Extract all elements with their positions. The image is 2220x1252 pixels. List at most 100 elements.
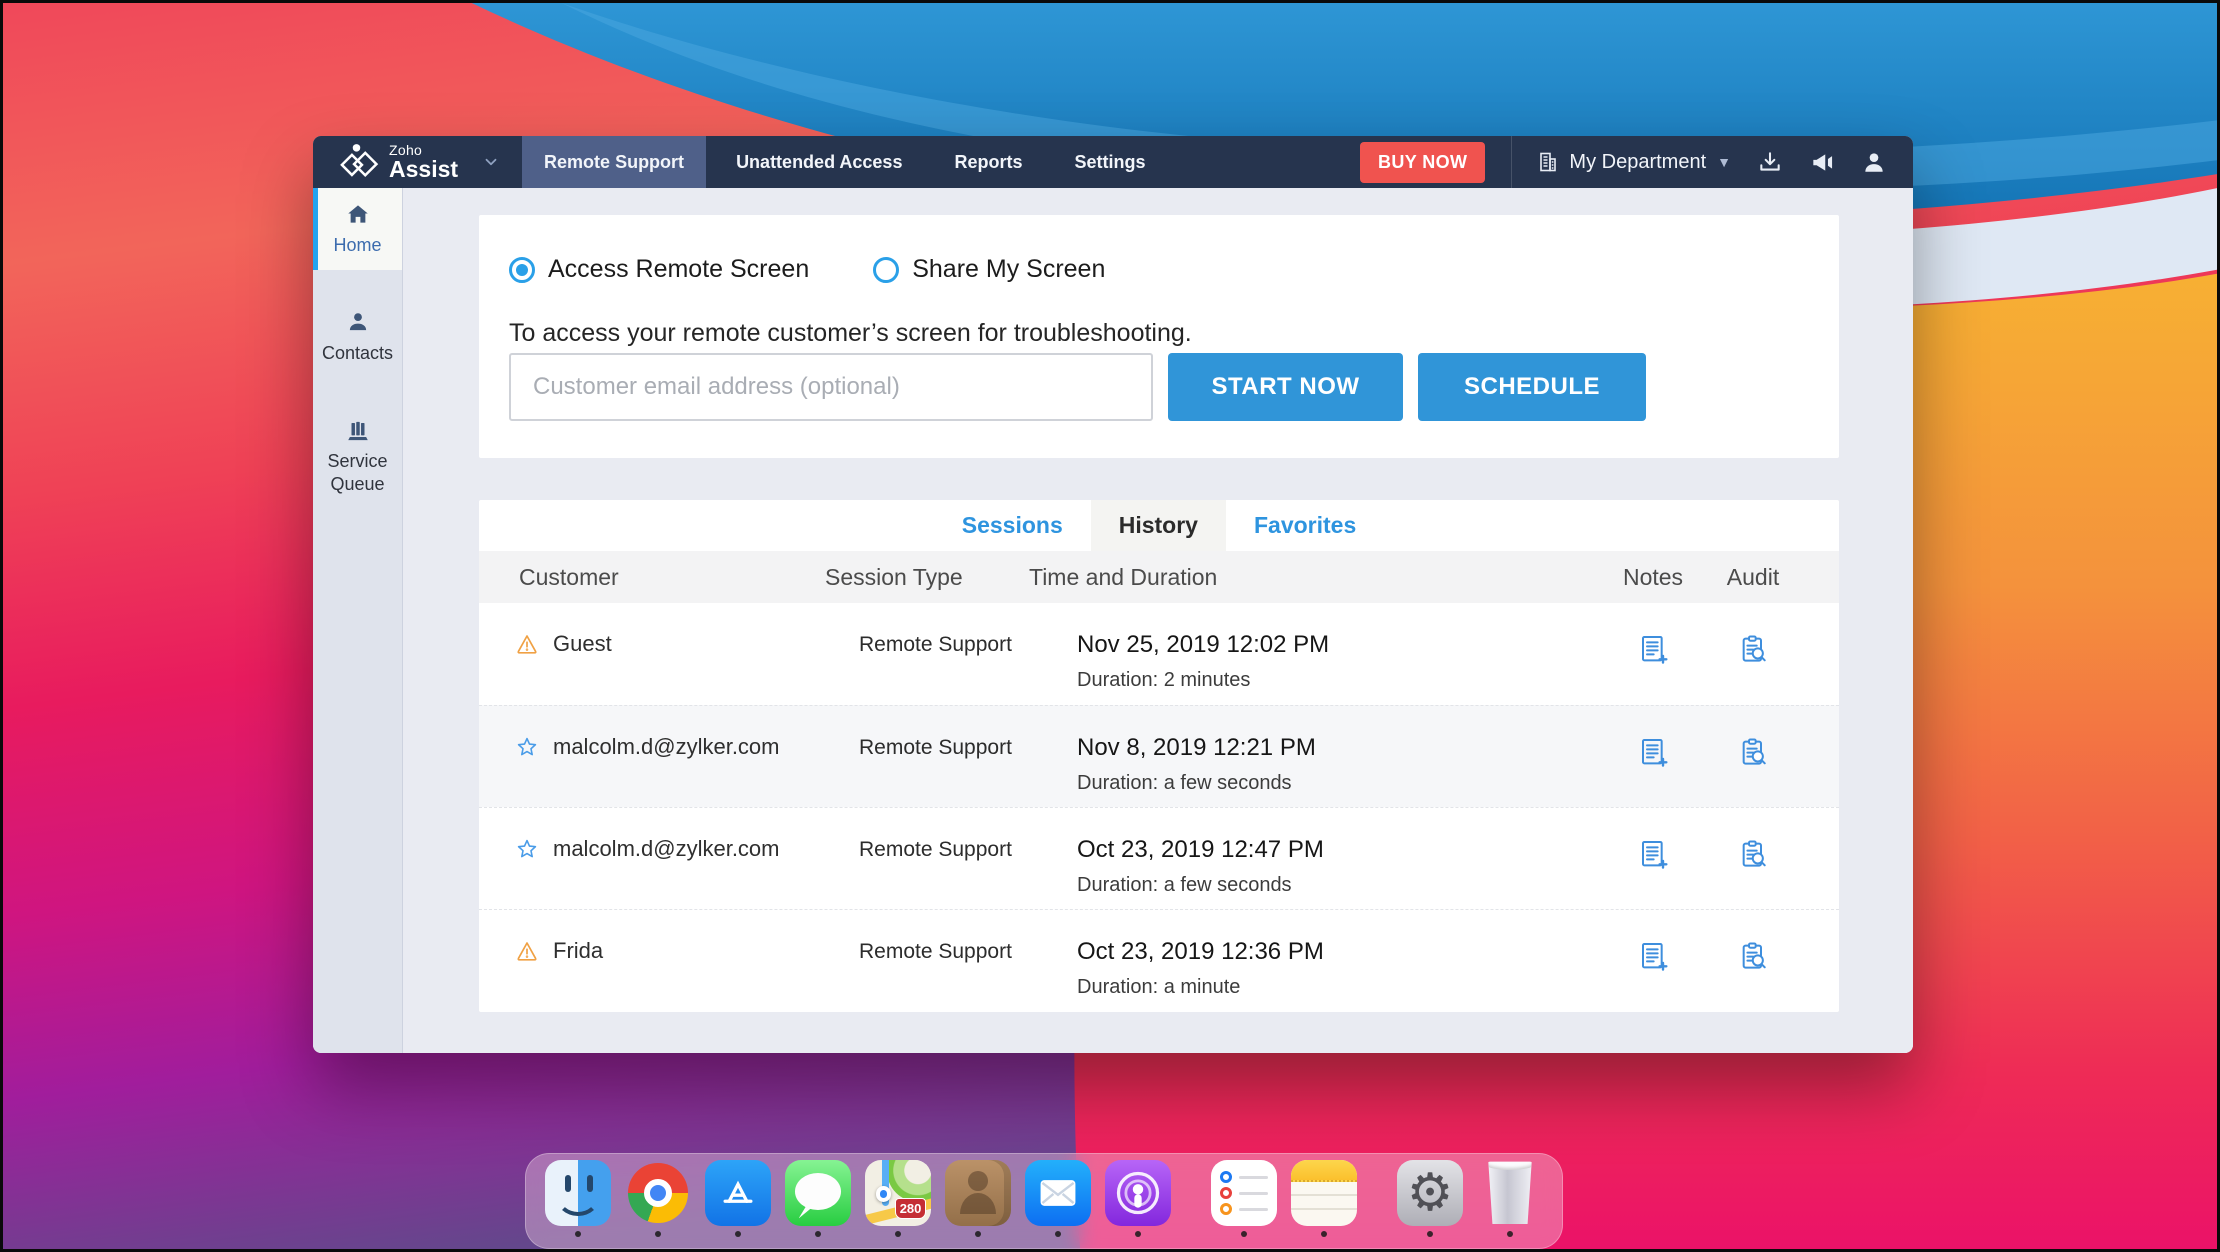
warning-icon	[517, 635, 537, 654]
user-account-icon[interactable]	[1861, 149, 1887, 175]
session-duration: Duration: a few seconds	[1077, 874, 1292, 896]
running-indicator	[575, 1231, 581, 1237]
chrome-dock-icon[interactable]	[625, 1160, 691, 1237]
contacts-dock-icon[interactable]	[945, 1160, 1011, 1237]
nav-tab-remote-support[interactable]: Remote Support	[522, 136, 707, 188]
sidebar-item-label: Home	[333, 235, 382, 256]
radio-access-remote-screen[interactable]: Access Remote Screen	[509, 255, 809, 284]
running-indicator	[1241, 1231, 1247, 1237]
session-mode-radios: Access Remote Screen Share My Screen	[509, 255, 1105, 284]
finder-icon	[545, 1160, 611, 1226]
radio-label: Share My Screen	[912, 255, 1106, 283]
tab-history[interactable]: History	[1090, 500, 1226, 551]
session-type: Remote Support	[859, 940, 1012, 963]
running-indicator	[1321, 1231, 1327, 1237]
session-start-panel: Access Remote Screen Share My Screen To …	[479, 215, 1839, 458]
zoho-assist-logo-icon	[340, 144, 379, 178]
notes-dock-icon[interactable]	[1291, 1160, 1357, 1237]
mail-icon	[1025, 1160, 1091, 1226]
radio-label: Access Remote Screen	[548, 255, 810, 283]
radio-share-my-screen[interactable]: Share My Screen	[873, 255, 1105, 284]
sidebar-item-home[interactable]: Home	[313, 188, 402, 270]
notes-add-icon[interactable]	[1637, 633, 1669, 665]
nav-tab-reports[interactable]: Reports	[932, 136, 1044, 188]
customer-name: malcolm.d@zylker.com	[553, 836, 780, 861]
window-body: Home Contacts Service Queue Access Remot…	[313, 188, 1913, 1053]
department-selector[interactable]: My Department ▼	[1536, 150, 1731, 174]
session-duration: Duration: a few seconds	[1077, 772, 1292, 794]
maps-dock-icon[interactable]: 280	[865, 1160, 931, 1237]
favorite-star-icon[interactable]	[515, 735, 539, 759]
department-label: My Department	[1569, 150, 1707, 173]
audit-icon[interactable]	[1737, 940, 1769, 972]
history-tabs: Sessions History Favorites	[479, 500, 1839, 551]
nav-tab-settings[interactable]: Settings	[1052, 136, 1167, 188]
chevron-down-icon[interactable]	[482, 136, 500, 188]
buy-now-button[interactable]: BUY NOW	[1359, 141, 1486, 183]
notes-add-icon[interactable]	[1637, 838, 1669, 870]
notes-add-icon[interactable]	[1637, 940, 1669, 972]
session-duration: Duration: a minute	[1077, 976, 1241, 998]
reminders-dock-icon[interactable]	[1211, 1160, 1277, 1237]
table-row: malcolm.d@zylker.com Remote Support Nov …	[479, 705, 1839, 807]
audit-icon[interactable]	[1737, 736, 1769, 768]
running-indicator	[895, 1231, 901, 1237]
brand-text: Zoho Assist	[389, 143, 458, 181]
audit-icon[interactable]	[1737, 838, 1769, 870]
tab-favorites[interactable]: Favorites	[1226, 500, 1384, 551]
mail-dock-icon[interactable]	[1025, 1160, 1091, 1237]
sidebar-item-contacts[interactable]: Contacts	[313, 294, 402, 380]
podcasts-dock-icon[interactable]	[1105, 1160, 1171, 1237]
col-time-duration: Time and Duration	[1029, 563, 1218, 590]
col-notes: Notes	[1622, 563, 1684, 590]
col-session-type: Session Type	[825, 563, 963, 590]
chrome-icon	[625, 1160, 691, 1226]
podcasts-icon	[1105, 1160, 1171, 1226]
sidebar-item-service-queue[interactable]: Service Queue	[313, 406, 402, 506]
session-type: Remote Support	[859, 736, 1012, 759]
customer-name: malcolm.d@zylker.com	[553, 734, 780, 759]
maps-route-badge: 280	[894, 1197, 927, 1219]
start-now-button[interactable]: START NOW	[1168, 353, 1403, 421]
table-row: Guest Remote Support Nov 25, 2019 12:02 …	[479, 603, 1839, 705]
home-icon	[347, 205, 368, 223]
notes-add-icon[interactable]	[1637, 736, 1669, 768]
finder-dock-icon[interactable]	[545, 1160, 611, 1237]
navbar-right: BUY NOW My Department ▼	[1359, 136, 1913, 188]
session-time: Oct 23, 2019 12:47 PM	[1077, 836, 1324, 863]
app-store-dock-icon[interactable]	[705, 1160, 771, 1237]
zoho-assist-window: Zoho Assist Remote Support Unattended Ac…	[313, 136, 1913, 1053]
customer-email-input[interactable]	[509, 353, 1153, 421]
table-row: Frida Remote Support Oct 23, 2019 12:36 …	[479, 909, 1839, 1011]
notes-app-icon	[1291, 1160, 1357, 1226]
zoho-assist-logo[interactable]: Zoho Assist	[313, 136, 458, 188]
running-indicator	[1427, 1231, 1433, 1237]
messages-icon	[785, 1160, 851, 1226]
dock: 280 ⚙	[525, 1153, 1563, 1249]
top-navbar: Zoho Assist Remote Support Unattended Ac…	[313, 136, 1913, 188]
session-time: Oct 23, 2019 12:36 PM	[1077, 938, 1324, 965]
primary-nav: Remote Support Unattended Access Reports…	[522, 136, 1167, 188]
nav-tab-unattended-access[interactable]: Unattended Access	[714, 136, 924, 188]
system-preferences-dock-icon[interactable]: ⚙	[1397, 1160, 1463, 1237]
session-type: Remote Support	[859, 633, 1012, 656]
download-icon[interactable]	[1757, 149, 1783, 175]
audit-icon[interactable]	[1737, 633, 1769, 665]
trash-dock-icon[interactable]	[1477, 1160, 1543, 1237]
tab-sessions[interactable]: Sessions	[934, 500, 1091, 551]
session-description: To access your remote customer’s screen …	[509, 319, 1192, 347]
schedule-button[interactable]: SCHEDULE	[1418, 353, 1646, 421]
dock-separator	[1178, 1160, 1204, 1226]
session-time: Nov 8, 2019 12:21 PM	[1077, 734, 1316, 761]
col-audit: Audit	[1726, 563, 1780, 590]
megaphone-icon[interactable]	[1809, 149, 1835, 175]
radio-selected-icon	[509, 256, 535, 283]
messages-dock-icon[interactable]	[785, 1160, 851, 1237]
sidebar-item-label: Contacts	[321, 343, 394, 364]
table-header: Customer Session Type Time and Duration …	[479, 551, 1839, 603]
customer-name: Guest	[553, 631, 612, 656]
caret-down-icon: ▼	[1717, 154, 1731, 170]
app-store-icon	[705, 1160, 771, 1226]
favorite-star-icon[interactable]	[515, 837, 539, 861]
session-time: Nov 25, 2019 12:02 PM	[1077, 631, 1330, 658]
